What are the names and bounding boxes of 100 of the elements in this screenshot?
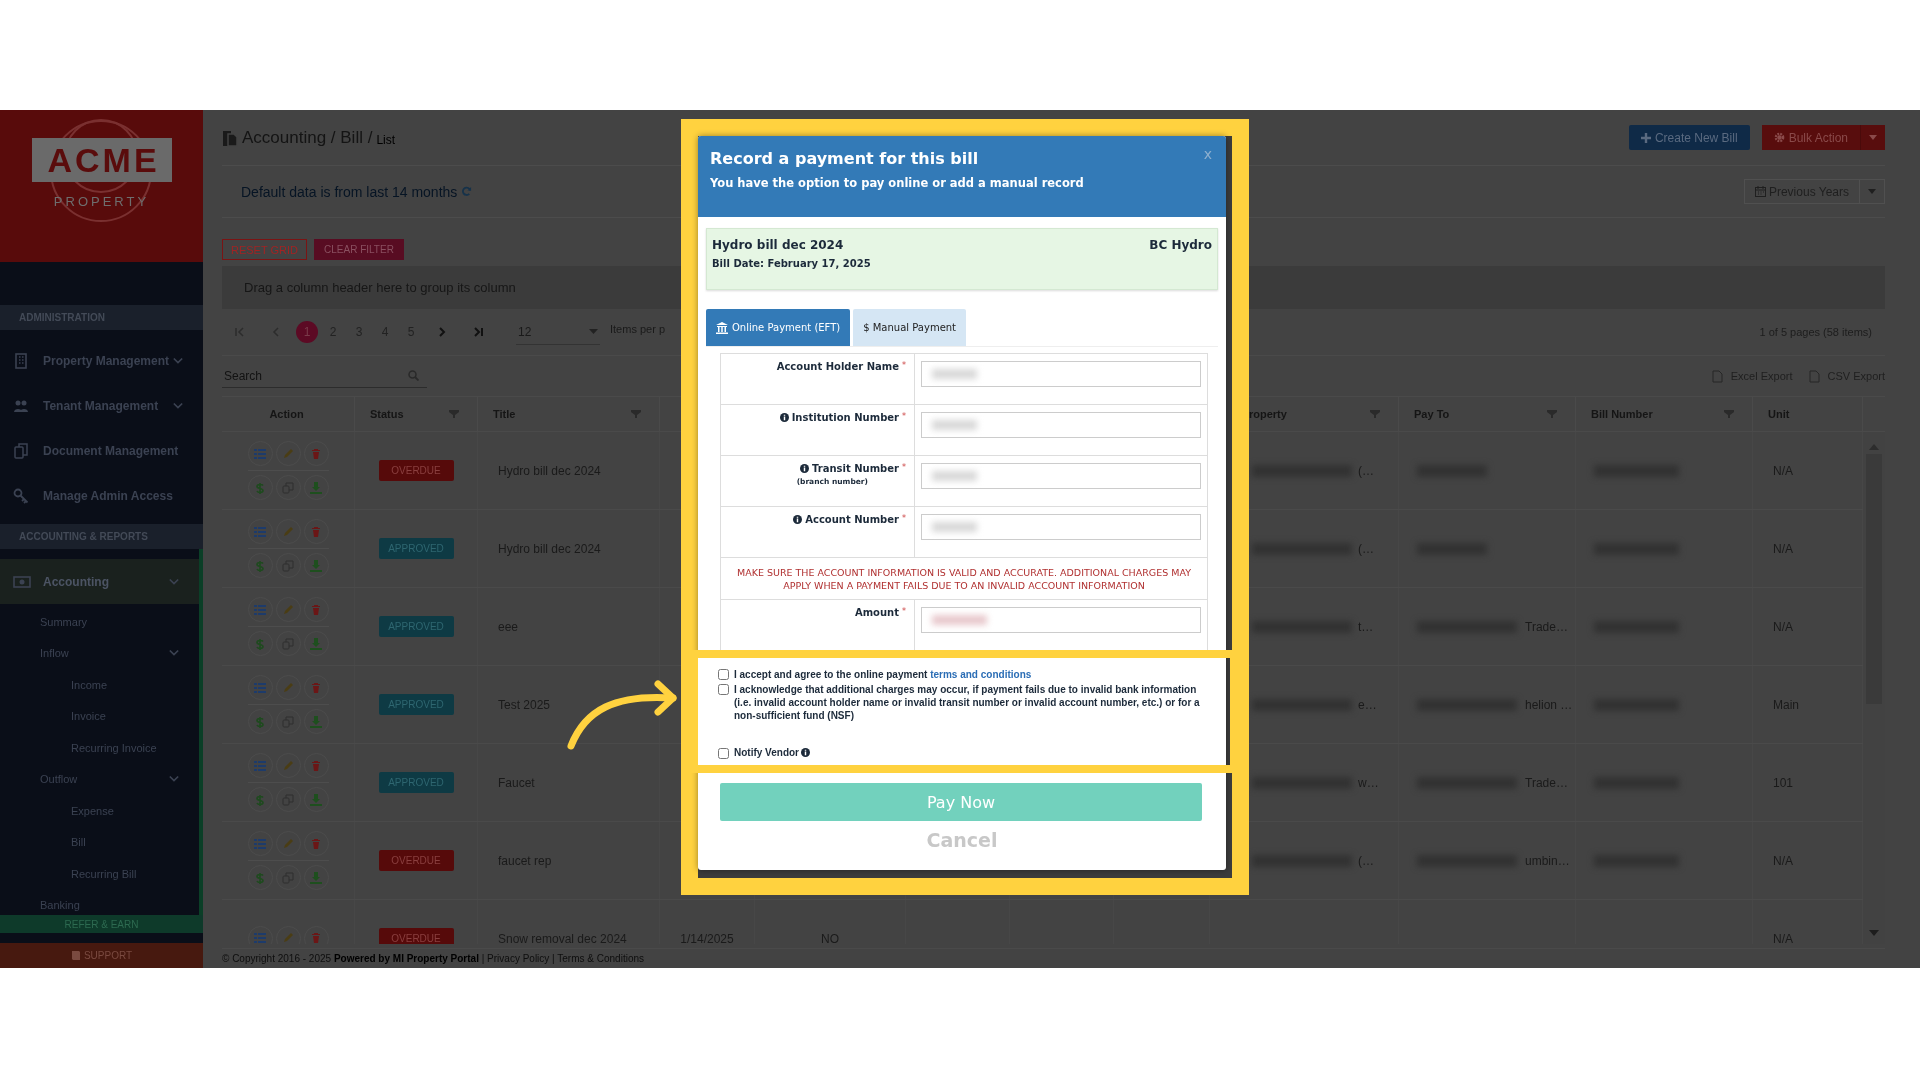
tab[interactable]: Online Payment (EFT) [706,309,851,346]
list-button[interactable] [247,831,273,856]
table-cell: (… [1358,463,1374,478]
list-button[interactable] [247,753,273,778]
download-icon [310,559,322,572]
trash-icon [310,932,322,944]
reset-grid-button[interactable]: RESET GRID [222,239,308,260]
nav-subitem[interactable]: Recurring Bill [0,858,199,890]
required-mark: * [902,412,906,421]
nav-item[interactable]: Accounting [0,559,199,604]
download-button[interactable] [303,865,329,890]
pay-button[interactable] [247,553,273,578]
field-label: Amount [854,607,899,618]
create-button[interactable]: Create New Bill [1628,125,1750,150]
bill-title: Hydro bill dec 2024 [712,238,844,252]
pay-button[interactable] [247,475,273,500]
file-icon [1711,369,1723,383]
dollar-icon [254,871,266,884]
edit-button[interactable] [275,753,301,778]
input-field[interactable] [921,607,1201,633]
close-button[interactable]: x [1203,146,1212,162]
nav-item[interactable]: Tenant Management [0,383,203,428]
edit-button[interactable] [275,597,301,622]
delete-button[interactable] [303,519,329,544]
nav-item[interactable]: Document Management [0,428,203,473]
vendor-name: BC Hydro [1149,238,1212,252]
list-button[interactable] [247,925,273,944]
edit-button[interactable] [275,675,301,700]
logo-tagline: PROPERTY [53,194,150,209]
key-icon [13,487,31,504]
nav-subitem[interactable]: Recurring Invoice [0,732,199,764]
edit-button[interactable] [275,441,301,466]
list-button[interactable] [247,597,273,622]
pay-button[interactable] [247,709,273,734]
blurred-text [932,471,977,481]
download-button[interactable] [303,553,329,578]
pay-button[interactable] [247,787,273,812]
list-button[interactable] [247,441,273,466]
breadcrumb-current: List [376,133,396,147]
download-button[interactable] [303,475,329,500]
input-field[interactable] [921,463,1201,489]
nav-subitem[interactable]: Bill [0,826,199,858]
pencil-icon [282,932,294,944]
dropdown-toggle[interactable] [1860,125,1885,150]
download-button[interactable] [303,787,329,812]
download-button[interactable] [303,709,329,734]
delete-button[interactable] [303,597,329,622]
input-field[interactable] [921,361,1201,387]
delete-button[interactable] [303,753,329,778]
field-label: Account Number [805,514,899,525]
trash-icon [310,681,322,694]
list-icon [254,932,266,944]
list-icon [254,837,266,850]
nav-subitem[interactable]: Outflow [0,763,199,795]
bulk-action-button[interactable]: Bulk Action [1761,125,1860,150]
nav-subitem[interactable]: Inflow [0,637,199,669]
list-icon [254,681,266,694]
caret-icon [589,329,598,334]
checkbox[interactable] [718,747,729,759]
pay-button[interactable] [247,631,273,656]
list-button[interactable] [247,519,273,544]
nav-subitem[interactable]: Invoice [0,700,199,732]
input-field[interactable] [921,412,1201,438]
trash-icon [310,447,322,460]
dollar-icon [254,559,266,572]
nav-subitem[interactable]: Income [0,669,199,701]
next-page-icon [437,327,447,337]
edit-button[interactable] [275,925,301,944]
edit-button[interactable] [275,519,301,544]
logo-wordmark: ACME [31,138,172,182]
download-button[interactable] [303,631,329,656]
pay-now-button[interactable]: Pay Now [720,783,1202,821]
download-icon [310,715,322,728]
scroll-down-icon [1869,930,1879,936]
nav-subitem[interactable]: Expense [0,795,199,827]
clear-filter-button[interactable]: CLEAR FILTER [314,239,404,260]
terms-link[interactable]: terms and conditions [930,669,1032,680]
checkbox[interactable] [718,669,729,680]
delete-button[interactable] [303,675,329,700]
delete-button[interactable] [303,441,329,466]
trash-icon [310,603,322,616]
edit-button[interactable] [275,831,301,856]
pay-button[interactable] [247,865,273,890]
calendar-icon [1754,186,1766,197]
plus-icon [1640,132,1651,143]
input-field[interactable] [921,514,1201,540]
delete-button[interactable] [303,831,329,856]
dropdown-toggle[interactable] [1860,179,1885,204]
nav-item[interactable]: Property Management [0,338,203,383]
nav-subitem[interactable]: Banking [0,889,199,915]
nav-subitem[interactable]: Summary [0,606,199,638]
blurred-text [932,522,977,532]
delete-button[interactable] [303,925,329,944]
list-icon [254,603,266,616]
checkbox[interactable] [718,684,729,695]
agreement-text: I accept and agree to the online payment terms and conditions [734,668,1032,681]
tab[interactable]: $ Manual Payment [853,309,967,346]
list-icon [254,447,266,460]
nav-item[interactable]: Manage Admin Access [0,473,203,518]
list-button[interactable] [247,675,273,700]
